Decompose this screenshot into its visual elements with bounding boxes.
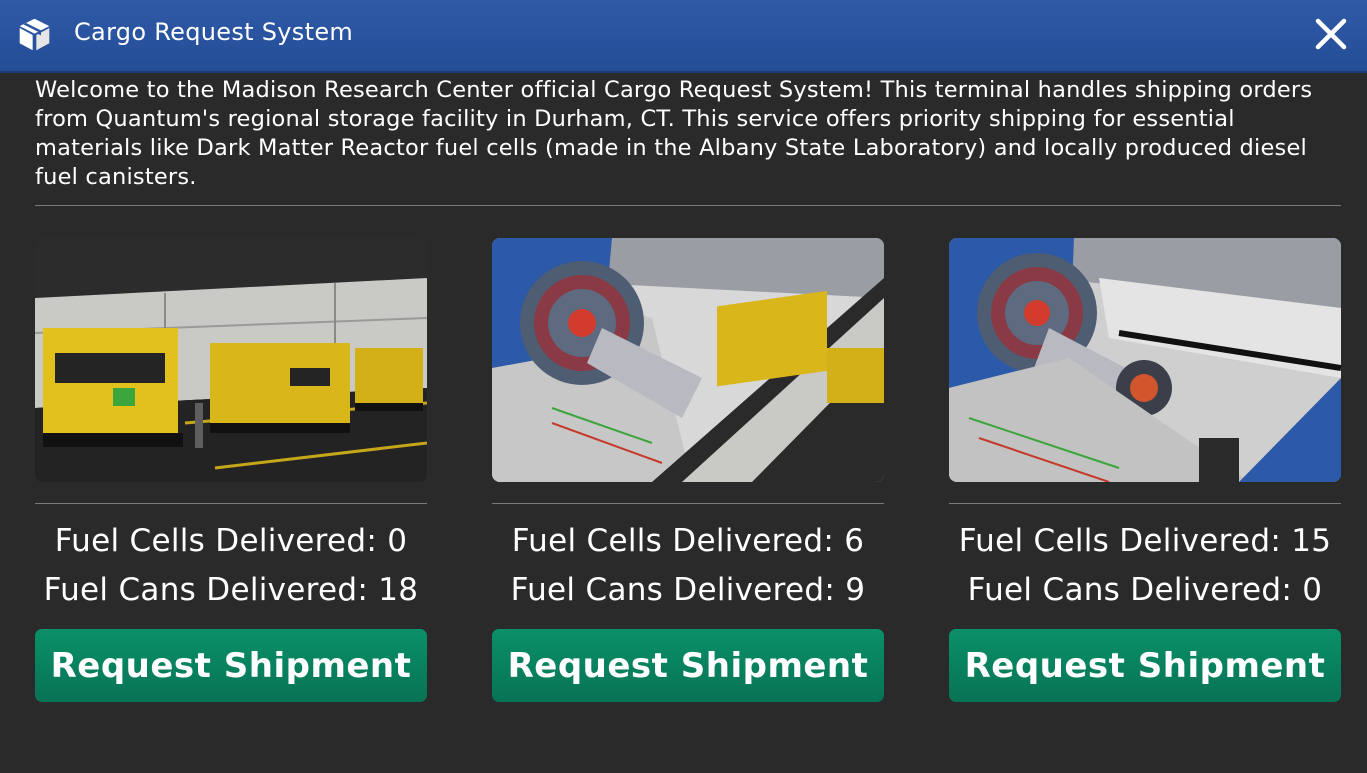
package-box-icon (19, 18, 50, 51)
reactor-room-image (949, 238, 1341, 482)
intro-text: Welcome to the Madison Research Center o… (35, 77, 1313, 190)
window-title: Cargo Request System (74, 18, 354, 46)
request-shipment-button[interactable]: Request Shipment (35, 629, 427, 702)
request-shipment-button[interactable]: Request Shipment (949, 629, 1341, 702)
fuel-cells-delivered: Fuel Cells Delivered: 6 (511, 523, 865, 559)
fuel-cells-delivered: Fuel Cells Delivered: 15 (958, 523, 1332, 559)
close-x-icon (1315, 18, 1347, 50)
card-divider (492, 503, 884, 504)
fuel-cans-delivered: Fuel Cans Delivered: 18 (43, 572, 419, 608)
divider (35, 205, 1341, 206)
card-divider (35, 503, 427, 504)
generator-room-image (35, 238, 427, 482)
cargo-card-1: Fuel Cells Delivered: 0 Fuel Cans Delive… (35, 238, 427, 702)
cargo-card-2: Fuel Cells Delivered: 6 Fuel Cans Delive… (492, 238, 884, 702)
title-bar: Cargo Request System (0, 0, 1367, 73)
fuel-cans-delivered: Fuel Cans Delivered: 9 (510, 572, 866, 608)
request-shipment-button[interactable]: Request Shipment (492, 629, 884, 702)
cargo-card-3: Fuel Cells Delivered: 15 Fuel Cans Deliv… (949, 238, 1341, 702)
fuel-cans-delivered: Fuel Cans Delivered: 0 (967, 572, 1323, 608)
fuel-cells-delivered: Fuel Cells Delivered: 0 (54, 523, 408, 559)
reactor-and-generators-image (492, 238, 884, 482)
close-button[interactable] (1309, 12, 1353, 56)
card-divider (949, 503, 1341, 504)
